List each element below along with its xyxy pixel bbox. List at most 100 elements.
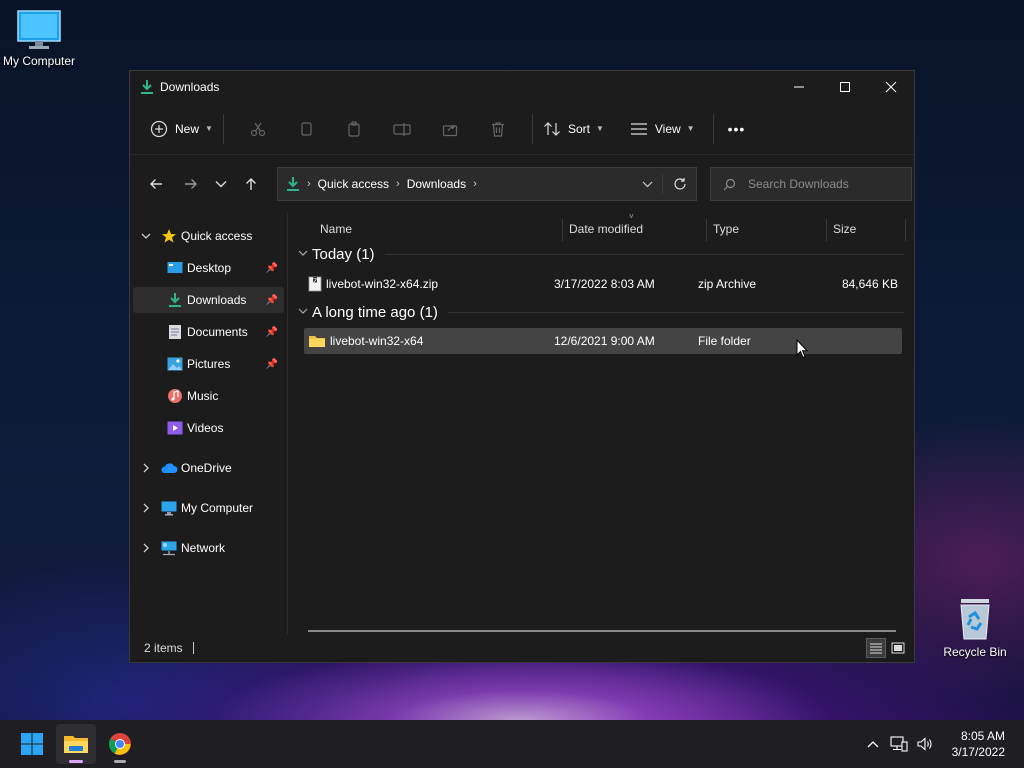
sidebar-item-desktop[interactable]: Desktop 📌 — [133, 255, 284, 281]
recent-locations-button[interactable] — [207, 168, 235, 200]
back-button[interactable] — [140, 168, 172, 200]
network-status-button[interactable] — [886, 736, 912, 752]
address-history-button[interactable] — [632, 181, 662, 188]
clock[interactable]: 8:05 AM 3/17/2022 — [952, 728, 1005, 760]
up-button[interactable] — [235, 168, 267, 200]
maximize-icon — [840, 82, 850, 92]
chevron-down-icon[interactable] — [133, 233, 159, 240]
chevron-right-icon[interactable] — [133, 543, 159, 553]
chevron-right-icon[interactable] — [133, 463, 159, 473]
column-size[interactable]: Size — [827, 213, 856, 245]
sidebar-item-quick-access[interactable]: Quick access — [133, 223, 284, 249]
chevron-down-icon: ▼ — [686, 124, 695, 133]
sort-button[interactable]: Sort ▼ — [543, 121, 604, 137]
taskbar-chrome[interactable] — [100, 724, 140, 764]
navigation-pane[interactable]: Quick access Desktop 📌 Downloads 📌 Docum… — [130, 213, 288, 634]
status-bar: 2 items — [130, 634, 914, 662]
details-view-icon — [870, 643, 882, 654]
sidebar-item-documents[interactable]: Documents 📌 — [133, 319, 284, 345]
sidebar-item-label: Downloads — [187, 293, 247, 307]
column-header: Name Date modified ˅ Type Size — [290, 212, 914, 245]
copy-button[interactable] — [282, 113, 330, 145]
file-row[interactable]: livebot-win32-x64 12/6/2021 9:00 AM File… — [304, 328, 902, 354]
sidebar-item-music[interactable]: Music — [133, 383, 284, 409]
start-button[interactable] — [12, 724, 52, 764]
minimize-button[interactable] — [776, 72, 822, 102]
horizontal-scrollbar[interactable] — [308, 630, 896, 632]
desktop-icon-recycle-bin[interactable]: Recycle Bin — [933, 597, 1017, 659]
search-box[interactable] — [710, 167, 912, 201]
taskbar: 8:05 AM 3/17/2022 — [0, 720, 1024, 768]
search-icon — [723, 178, 736, 190]
cut-button[interactable] — [234, 113, 282, 145]
maximize-button[interactable] — [822, 72, 868, 102]
desktop-icon — [165, 261, 185, 275]
svg-text:Z: Z — [313, 278, 317, 285]
sort-label: Sort — [567, 121, 590, 136]
sort-icon — [544, 121, 560, 136]
column-name[interactable]: Name — [314, 213, 352, 245]
sidebar-item-network[interactable]: Network — [133, 535, 284, 561]
rename-icon — [393, 122, 411, 136]
address-bar[interactable]: › Quick access › Downloads › — [277, 167, 697, 201]
file-row[interactable]: Z livebot-win32-x64.zip 3/17/2022 8:03 A… — [304, 271, 902, 297]
column-divider[interactable] — [905, 219, 906, 241]
group-header-long-time-ago[interactable]: A long time ago (1) — [298, 300, 904, 324]
share-button[interactable] — [426, 113, 474, 145]
file-type: File folder — [698, 334, 751, 348]
delete-button[interactable] — [474, 113, 522, 145]
copy-icon — [301, 121, 312, 136]
forward-button[interactable] — [175, 168, 207, 200]
refresh-button[interactable] — [662, 174, 696, 194]
large-icons-view-button[interactable] — [888, 638, 908, 658]
file-name: livebot-win32-x64.zip — [326, 277, 439, 291]
details-view-button[interactable] — [866, 638, 886, 658]
pictures-icon — [165, 357, 185, 371]
volume-button[interactable] — [912, 736, 938, 752]
desktop-icon-my-computer[interactable]: My Computer — [0, 10, 81, 68]
file-type: zip Archive — [698, 277, 757, 291]
documents-icon — [165, 324, 185, 340]
rename-button[interactable] — [378, 113, 426, 145]
column-type[interactable]: Type — [707, 213, 739, 245]
sidebar-item-label: Music — [187, 389, 219, 403]
breadcrumb-quick-access[interactable]: Quick access — [318, 177, 389, 191]
file-list[interactable]: Name Date modified ˅ Type Size Today (1) — [290, 212, 914, 634]
group-header-today[interactable]: Today (1) — [298, 242, 904, 266]
taskbar-file-explorer[interactable] — [56, 724, 96, 764]
sidebar-item-my-computer[interactable]: My Computer — [133, 495, 284, 521]
file-name: livebot-win32-x64 — [330, 334, 424, 348]
running-indicator — [114, 760, 126, 763]
folder-icon — [309, 336, 325, 347]
sidebar-item-label: Quick access — [181, 229, 253, 243]
sidebar-item-label: My Computer — [181, 501, 254, 515]
chevron-right-icon[interactable] — [133, 503, 159, 513]
clock-time: 8:05 AM — [960, 729, 1005, 743]
new-button[interactable]: New ▼ — [150, 120, 213, 138]
title-bar[interactable]: Downloads — [130, 71, 914, 103]
more-options-button[interactable]: ••• — [728, 121, 746, 137]
arrow-left-icon — [150, 179, 162, 189]
pin-icon: 📌 — [265, 358, 278, 370]
sort-indicator-icon: ˅ — [629, 212, 634, 221]
show-hidden-icons-button[interactable] — [860, 740, 886, 748]
sidebar-item-downloads[interactable]: Downloads 📌 — [133, 287, 284, 313]
paste-button[interactable] — [330, 113, 378, 145]
divider — [712, 113, 714, 144]
sidebar-item-onedrive[interactable]: OneDrive — [133, 455, 284, 481]
sidebar-item-label: Network — [181, 541, 226, 555]
share-icon — [442, 124, 458, 136]
close-button[interactable] — [868, 72, 914, 102]
chevron-down-icon — [298, 307, 312, 318]
breadcrumb-downloads[interactable]: Downloads — [407, 177, 466, 191]
view-button[interactable]: View ▼ — [630, 122, 695, 136]
music-icon — [165, 388, 185, 404]
window-title: Downloads — [160, 80, 220, 94]
sidebar-item-videos[interactable]: Videos — [133, 415, 284, 441]
search-input[interactable] — [748, 177, 898, 191]
system-tray: 8:05 AM 3/17/2022 — [860, 720, 1024, 768]
scissors-icon — [250, 122, 266, 136]
file-explorer-window: Downloads New ▼ Sort ▼ View ▼ ••• › Quic… — [129, 70, 915, 663]
download-icon — [165, 292, 185, 308]
sidebar-item-pictures[interactable]: Pictures 📌 — [133, 351, 284, 377]
